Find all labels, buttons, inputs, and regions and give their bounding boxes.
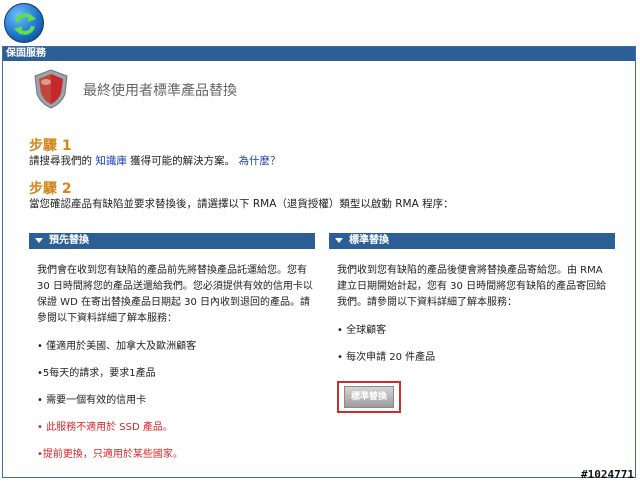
- watermark-id: #1024771: [581, 468, 634, 481]
- knowledge-base-link[interactable]: 知識庫: [95, 155, 127, 167]
- standard-replacement-button-highlight: 標準替換: [337, 381, 402, 413]
- standard-replacement-body: 我們收到您有缺陷的產品後便會將替換產品寄給您。由 RMA 建立日期開始計起，您有…: [329, 249, 615, 413]
- collapse-triangle-icon: [335, 237, 343, 243]
- advance-replacement-header[interactable]: 預先替換: [29, 233, 315, 249]
- step-1-text: 請搜尋我們的 知識庫 獲得可能的解決方案。 為什麼？: [29, 153, 281, 168]
- advance-bullet: • 僅適用於美國、加拿大及歐洲顧客: [37, 341, 197, 352]
- standard-bullet: • 每次申請 20 件產品: [337, 352, 436, 363]
- step-1-title: 步驟 1: [29, 138, 72, 154]
- standard-bullet: • 全球顧客: [337, 325, 387, 336]
- advance-replacement-column: 預先替換 我們會在收到您有缺陷的產品前先將替換產品託運給您。您有 30 日時間將…: [29, 233, 315, 474]
- advance-warning: •提前更換，只適用於某些國家。: [37, 449, 183, 460]
- warranty-panel: 保固服務 最終使用者標準產品替換 步驟 1 請搜尋我們的 知識庫 獲得可能的解決…: [2, 46, 636, 478]
- standard-replacement-header[interactable]: 標準替換: [329, 233, 615, 249]
- step-2-title: 步驟 2: [29, 181, 72, 197]
- advance-bullet: •5每天的請求，要求1產品: [37, 368, 156, 379]
- panel-title: 保固服務: [3, 47, 635, 61]
- step-1-text-before: 請搜尋我們的: [29, 155, 96, 167]
- advance-replacement-body: 我們會在收到您有缺陷的產品前先將替換產品託運給您。您有 30 日時間將您的產品送…: [29, 249, 315, 463]
- advance-warning: • 此服務不適用於 SSD 產品。: [37, 422, 173, 433]
- step-2-text: 當您確認產品有缺陷並要求替換後，請選擇以下 RMA（退貨授權）類型以啟動 RMA…: [29, 198, 454, 210]
- advance-description: 我們會在收到您有缺陷的產品前先將替換產品託運給您。您有 30 日時間將您的產品送…: [37, 265, 313, 324]
- standard-replacement-header-label: 標準替換: [349, 235, 389, 246]
- step-1-text-after: 獲得可能的解決方案。: [126, 155, 239, 167]
- standard-replacement-button[interactable]: 標準替換: [344, 386, 395, 408]
- standard-description: 我們收到您有缺陷的產品後便會將替換產品寄給您。由 RMA 建立日期開始計起，您有…: [337, 265, 607, 308]
- top-bar: [0, 0, 640, 46]
- advance-bullet: • 需要一個有效的信用卡: [37, 395, 147, 406]
- page-title: 最終使用者標準產品替換: [83, 83, 237, 99]
- why-link[interactable]: 為什麼？: [239, 155, 281, 167]
- advance-replacement-header-label: 預先替換: [49, 235, 89, 246]
- refresh-arrows-icon: [4, 3, 44, 43]
- standard-replacement-column: 標準替換 我們收到您有缺陷的產品後便會將替換產品寄給您。由 RMA 建立日期開始…: [329, 233, 615, 413]
- collapse-triangle-icon: [35, 237, 43, 243]
- shield-icon: [31, 68, 71, 110]
